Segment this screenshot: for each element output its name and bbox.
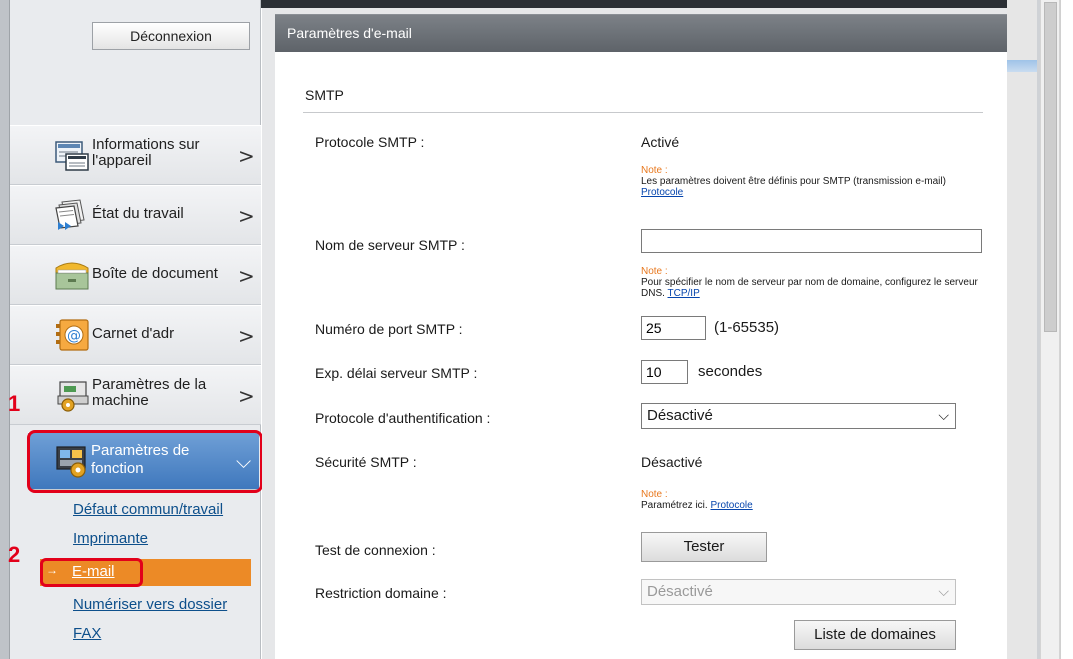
protocol-link[interactable]: Protocole (710, 500, 752, 511)
note-text: Les paramètres doivent être définis pour… (641, 176, 946, 187)
chevron-down-icon: ⌵ (938, 408, 949, 424)
sidebar-item-label: machine (92, 392, 149, 409)
sidebar-item-label: État du travail (92, 205, 184, 222)
sidebar-item-device-info[interactable]: Informations sur l'appareil > (10, 125, 261, 185)
select-value: Désactivé (647, 407, 713, 424)
section-divider (303, 112, 983, 113)
domain-restriction-label: Restriction domaine : (315, 585, 447, 601)
domain-restriction-select[interactable]: Désactivé ⌵ (641, 579, 956, 605)
svg-text:@: @ (67, 328, 81, 344)
sub-link-common-defaults[interactable]: Défaut commun/travail (73, 501, 223, 518)
address-book-icon: @ (56, 319, 89, 351)
smtp-port-label: Numéro de port SMTP : (315, 321, 463, 337)
job-status-icon (55, 199, 85, 230)
sidebar-item-label: Informations sur (92, 136, 200, 153)
auth-protocol-label: Protocole d'authentification : (315, 410, 491, 426)
smtp-protocol-label: Protocole SMTP : (315, 134, 425, 150)
sub-link-fax[interactable]: FAX (73, 625, 101, 642)
smtp-security-value: Désactivé (641, 454, 703, 470)
select-value: Désactivé (647, 583, 713, 600)
sidebar-item-address-book[interactable]: @ Carnet d'adr > (10, 305, 261, 365)
note-smtp: Note : Les paramètres doivent être défin… (641, 165, 991, 198)
connection-test-label: Test de connexion : (315, 542, 436, 558)
right-edge (1060, 0, 1073, 659)
test-button[interactable]: Tester (641, 532, 767, 562)
chevron-right-icon: > (238, 144, 255, 168)
sidebar-item-label: l'appareil (92, 152, 152, 169)
smtp-timeout-input[interactable] (641, 360, 688, 384)
annotation-box-2 (40, 558, 143, 587)
vertical-scrollbar[interactable] (1040, 0, 1060, 659)
smtp-protocol-value: Activé (641, 134, 680, 150)
device-info-icon (55, 141, 89, 171)
note-title: Note : (641, 165, 668, 176)
document-box-icon (55, 262, 89, 290)
chevron-right-icon: > (238, 324, 255, 348)
note-title: Note : (641, 489, 668, 500)
sidebar-item-job-status[interactable]: État du travail > (10, 185, 261, 245)
protocol-link[interactable]: Protocole (641, 187, 683, 198)
page-header: Paramètres d'e-mail (275, 14, 1007, 52)
note-text: Paramétrez ici. (641, 500, 708, 511)
chevron-right-icon: > (238, 264, 255, 288)
smtp-security-label: Sécurité SMTP : (315, 454, 417, 470)
note-title: Note : (641, 266, 668, 277)
machine-settings-icon (57, 381, 89, 412)
smtp-server-input[interactable] (641, 229, 982, 253)
section-title: SMTP (305, 87, 344, 103)
step-number-1: 1 (8, 391, 21, 416)
chevron-right-icon: > (238, 384, 255, 408)
port-range-text: (1-65535) (714, 319, 780, 336)
sidebar-item-label: Boîte de document (92, 265, 218, 282)
smtp-timeout-label: Exp. délai serveur SMTP : (315, 365, 478, 381)
auth-protocol-select[interactable]: Désactivé ⌵ (641, 403, 956, 429)
smtp-port-input[interactable] (641, 316, 706, 340)
scrollbar-thumb[interactable] (1044, 2, 1057, 332)
sidebar-item-label: Paramètres de la (92, 376, 207, 393)
logout-button[interactable]: Déconnexion (92, 22, 250, 50)
sidebar-item-document-box[interactable]: Boîte de document > (10, 245, 261, 305)
sidebar-item-machine-settings[interactable]: Paramètres de la machine > (10, 365, 261, 425)
sidebar-item-label: Carnet d'adr (92, 325, 175, 342)
timeout-unit-text: secondes (698, 363, 763, 380)
chevron-down-icon: ⌵ (938, 584, 949, 600)
note-security: Note : Paramétrez ici. Protocole (641, 489, 991, 511)
sub-link-printer[interactable]: Imprimante (73, 530, 148, 547)
note-server: Note : Pour spécifier le nom de serveur … (641, 266, 991, 299)
page-title: Paramètres d'e-mail (287, 25, 412, 41)
smtp-server-label: Nom de serveur SMTP : (315, 237, 465, 253)
annotation-box-1 (27, 430, 263, 493)
domain-list-button[interactable]: Liste de domaines (794, 620, 956, 650)
chevron-right-icon: > (238, 204, 255, 228)
step-number-2: 2 (8, 542, 21, 567)
sub-link-scan-to-folder[interactable]: Numériser vers dossier (73, 596, 227, 613)
tcpip-link[interactable]: TCP/IP (668, 288, 700, 299)
